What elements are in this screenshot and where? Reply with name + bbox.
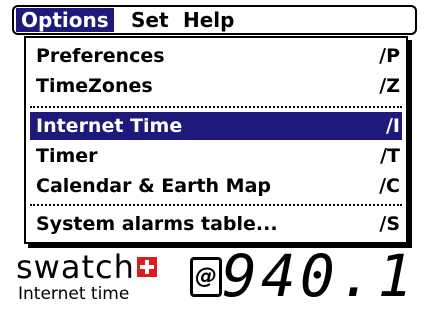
menu-item-shortcut: ∕S [379, 213, 400, 235]
menu-item-internet-time[interactable]: Internet Time ∕I [30, 112, 402, 140]
menu-item-shortcut: ∕P [379, 45, 400, 67]
menu-item-timer[interactable]: Timer ∕T [30, 142, 402, 170]
brand-subtitle: Internet time [18, 284, 130, 304]
menu-item-timezones[interactable]: TimeZones ∕Z [30, 72, 402, 100]
menu-item-label: Preferences [36, 45, 165, 67]
menu-item-label: Calendar & Earth Map [36, 175, 272, 197]
menu-item-label: Internet Time [36, 115, 183, 137]
menu-help[interactable]: Help [178, 8, 239, 32]
menu-options[interactable]: Options [16, 8, 114, 32]
swiss-cross-icon [136, 257, 157, 277]
menu-item-label: Timer [36, 145, 98, 167]
menu-item-label: System alarms table... [36, 213, 278, 235]
at-beat-icon: @ [190, 257, 222, 297]
menu-item-shortcut: ∕Z [379, 75, 400, 97]
menu-item-shortcut: ∕C [379, 175, 400, 197]
menu-item-shortcut: ∕T [380, 145, 400, 167]
menu-separator [30, 106, 402, 108]
menu-separator [30, 204, 402, 206]
menu-set[interactable]: Set [126, 8, 174, 32]
menu-item-system-alarms-table[interactable]: System alarms table... ∕S [30, 210, 402, 238]
menu-item-calendar-earth-map[interactable]: Calendar & Earth Map ∕C [30, 172, 402, 200]
swatch-logo: swatch [16, 251, 157, 283]
menu-item-shortcut: ∕I [385, 115, 400, 137]
menu-item-preferences[interactable]: Preferences ∕P [30, 42, 402, 70]
brand-name: swatch [16, 248, 135, 286]
beat-time-display: 940.1 [222, 242, 417, 310]
menu-item-label: TimeZones [36, 75, 153, 97]
menu-bar: Options Set Help [12, 5, 417, 35]
options-dropdown: Preferences ∕P TimeZones ∕Z Internet Tim… [24, 36, 408, 244]
